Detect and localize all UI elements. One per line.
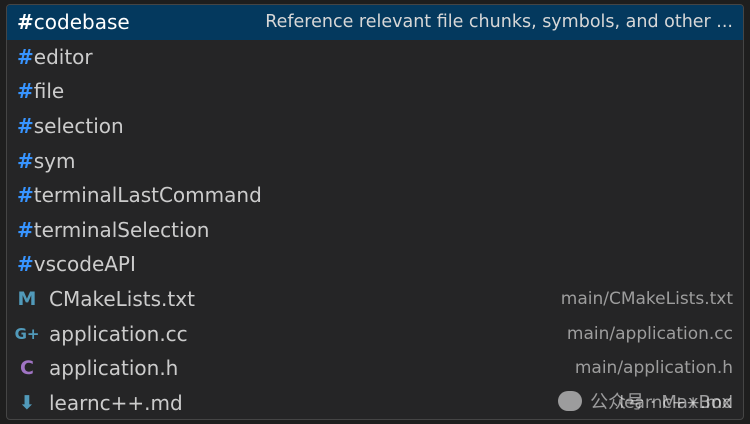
hash-symbol: # xyxy=(17,10,34,35)
suggestion-terminal-last-command[interactable]: #terminalLastCommand xyxy=(7,178,743,213)
file-path: main/application.cc xyxy=(566,323,733,344)
hash-symbol: # xyxy=(17,148,34,173)
suggestion-label: sym xyxy=(33,148,76,173)
suggestion-sym[interactable]: #sym xyxy=(7,143,743,178)
suggestion-label: terminalSelection xyxy=(33,217,210,242)
hash-symbol: # xyxy=(17,114,34,139)
markdown-arrow-icon: ⬇ xyxy=(19,391,35,414)
watermark-text: 公众号 · MaxBox xyxy=(590,392,732,413)
file-name: learnc++.md xyxy=(49,390,183,415)
suggestion-description: Reference relevant file chunks, symbols,… xyxy=(265,12,733,33)
suggestion-file[interactable]: #file xyxy=(7,74,743,109)
file-name: application.cc xyxy=(49,321,188,346)
hash-symbol: # xyxy=(17,252,34,277)
suggestion-label: editor xyxy=(33,44,93,69)
suggestion-vscode-api[interactable]: #vscodeAPI xyxy=(7,247,743,282)
suggestion-label: vscodeAPI xyxy=(33,252,136,277)
cpp-icon: G+ xyxy=(14,324,40,343)
watermark: 公众号 · MaxBox xyxy=(558,388,732,414)
c-header-icon: C xyxy=(20,357,34,380)
suggestion-editor[interactable]: #editor xyxy=(7,40,743,75)
suggestion-file-cmakelists[interactable]: M CMakeLists.txt main/CMakeLists.txt xyxy=(7,282,743,317)
hash-symbol: # xyxy=(17,217,34,242)
suggestion-label: codebase xyxy=(33,10,130,35)
wechat-icon xyxy=(558,391,583,411)
suggestion-label: file xyxy=(33,79,65,104)
chat-variable-suggestion-list: #codebase Reference relevant file chunks… xyxy=(6,4,744,420)
file-path: main/CMakeLists.txt xyxy=(560,289,733,310)
suggestion-file-application-h[interactable]: C application.h main/application.h xyxy=(7,351,743,386)
suggestion-terminal-selection[interactable]: #terminalSelection xyxy=(7,213,743,248)
suggestion-file-application-cc[interactable]: G+ application.cc main/application.cc xyxy=(7,316,743,351)
hash-symbol: # xyxy=(17,44,34,69)
suggestion-label: selection xyxy=(33,114,124,139)
suggestion-label: terminalLastCommand xyxy=(33,183,262,208)
file-name: application.h xyxy=(49,356,179,381)
markdown-m-icon: M xyxy=(17,288,37,311)
suggestion-selection[interactable]: #selection xyxy=(7,109,743,144)
suggestion-codebase[interactable]: #codebase Reference relevant file chunks… xyxy=(7,5,743,40)
file-name: CMakeLists.txt xyxy=(49,287,195,312)
hash-symbol: # xyxy=(17,183,34,208)
file-path: main/application.h xyxy=(574,358,733,379)
hash-symbol: # xyxy=(17,79,34,104)
